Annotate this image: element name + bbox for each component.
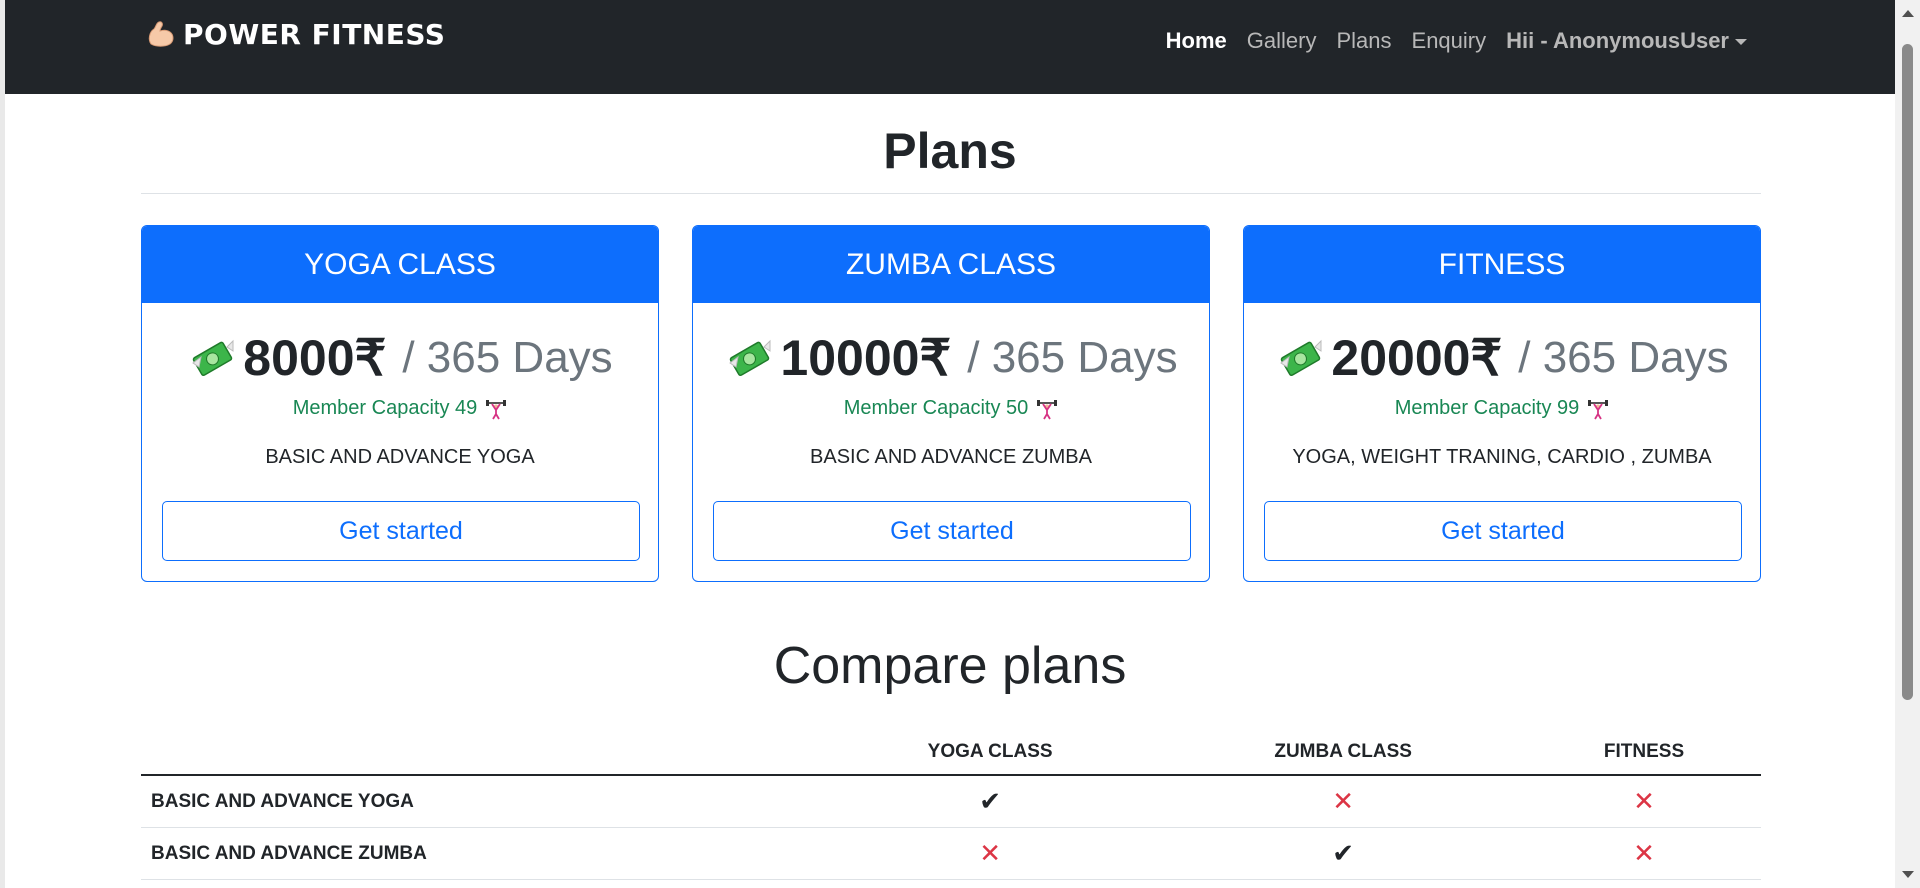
- page-title: Plans: [883, 123, 1017, 179]
- scroll-up-arrow-icon[interactable]: [1902, 10, 1914, 17]
- vertical-scrollbar[interactable]: [1895, 0, 1920, 888]
- plan-cards: YOGA CLASS 8000₹ / 365 Days Member Capac…: [141, 225, 1761, 585]
- plan-card-header: ZUMBA CLASS: [693, 226, 1209, 303]
- brand-link[interactable]: POWER FITNESS: [145, 14, 445, 54]
- get-started-button[interactable]: Get started: [713, 501, 1191, 561]
- divider: [141, 193, 1761, 194]
- money-with-wings-icon: [192, 339, 234, 377]
- plan-period: / 365 Days: [967, 333, 1178, 382]
- plan-price: 10000₹: [780, 330, 952, 386]
- plan-period: / 365 Days: [1518, 333, 1729, 382]
- money-with-wings-icon: [729, 339, 771, 377]
- feature-name: BASIC AND ADVANCE YOGA: [141, 775, 821, 828]
- check-icon: ✔: [979, 786, 1002, 816]
- weightlifter-icon: [1588, 399, 1609, 419]
- plan-description: BASIC AND ADVANCE ZUMBA: [810, 446, 1092, 468]
- money-with-wings-icon: [1280, 339, 1322, 377]
- table-cell: ✔: [821, 775, 1160, 828]
- plan-card-fitness: FITNESS 20000₹ / 365 Days Member Capacit…: [1243, 225, 1761, 582]
- brand-text: POWER FITNESS: [183, 17, 446, 51]
- get-started-button[interactable]: Get started: [162, 501, 640, 561]
- cross-icon: ✕: [1633, 838, 1655, 868]
- plan-card-yoga: YOGA CLASS 8000₹ / 365 Days Member Capac…: [141, 225, 659, 582]
- table-cell: ✕: [1527, 827, 1761, 880]
- member-capacity: Member Capacity 49: [142, 397, 658, 420]
- compare-table: YOGA CLASS ZUMBA CLASS FITNESS BASIC AND…: [141, 730, 1761, 880]
- plan-price: 8000₹: [243, 330, 387, 386]
- table-cell: ✕: [1159, 775, 1528, 828]
- navbar: POWER FITNESS Home Gallery Plans Enquiry…: [5, 0, 1895, 94]
- table-cell: ✕: [821, 827, 1160, 880]
- nav-enquiry[interactable]: Enquiry: [1412, 28, 1487, 54]
- plan-card-header: FITNESS: [1244, 226, 1760, 303]
- weightlifter-icon: [486, 399, 507, 419]
- flexed-biceps-icon: [148, 21, 174, 47]
- get-started-button[interactable]: Get started: [1264, 501, 1742, 561]
- user-menu-label: Hii - AnonymousUser: [1506, 28, 1729, 53]
- capacity-label: Member Capacity 50: [843, 397, 1029, 419]
- table-header-row: YOGA CLASS ZUMBA CLASS FITNESS: [141, 730, 1761, 776]
- plan-card-zumba: ZUMBA CLASS 10000₹ / 365 Days Member Cap…: [692, 225, 1210, 582]
- check-icon: ✔: [1332, 838, 1355, 868]
- capacity-label: Member Capacity 99: [1394, 397, 1580, 419]
- plan-description: BASIC AND ADVANCE YOGA: [265, 446, 535, 468]
- price-row: 8000₹ / 365 Days: [142, 329, 658, 387]
- plan-description: YOGA, WEIGHT TRANING, CARDIO , ZUMBA: [1292, 446, 1712, 468]
- feature-name: BASIC AND ADVANCE ZUMBA: [141, 827, 821, 880]
- weightlifter-icon: [1037, 399, 1058, 419]
- table-cell: ✔: [1159, 827, 1528, 880]
- table-row: BASIC AND ADVANCE YOGA ✔ ✕ ✕: [141, 775, 1761, 828]
- column-header: YOGA CLASS: [821, 730, 1160, 776]
- user-menu-dropdown[interactable]: Hii - AnonymousUser: [1506, 28, 1747, 54]
- capacity-label: Member Capacity 49: [292, 397, 478, 419]
- chevron-down-icon: [1735, 39, 1747, 45]
- plan-period: / 365 Days: [402, 333, 613, 382]
- column-header: FITNESS: [1527, 730, 1761, 776]
- member-capacity: Member Capacity 50: [693, 397, 1209, 420]
- column-header: [141, 730, 821, 776]
- nav-links: Home Gallery Plans Enquiry Hii - Anonymo…: [1166, 28, 1747, 54]
- cross-icon: ✕: [979, 838, 1002, 868]
- column-header: ZUMBA CLASS: [1159, 730, 1528, 776]
- member-capacity: Member Capacity 99: [1244, 397, 1760, 420]
- nav-home[interactable]: Home: [1166, 28, 1227, 54]
- nav-plans[interactable]: Plans: [1336, 28, 1391, 54]
- table-row: BASIC AND ADVANCE ZUMBA ✕ ✔ ✕: [141, 827, 1761, 880]
- scrollbar-thumb[interactable]: [1902, 44, 1913, 700]
- plan-price: 20000₹: [1331, 330, 1503, 386]
- price-row: 10000₹ / 365 Days: [693, 329, 1209, 387]
- scroll-down-arrow-icon[interactable]: [1902, 871, 1914, 878]
- cross-icon: ✕: [1633, 786, 1655, 816]
- page: POWER FITNESS Home Gallery Plans Enquiry…: [5, 0, 1895, 888]
- table-cell: ✕: [1527, 775, 1761, 828]
- price-row: 20000₹ / 365 Days: [1244, 329, 1760, 387]
- plan-card-header: YOGA CLASS: [142, 226, 658, 303]
- cross-icon: ✕: [1332, 786, 1355, 816]
- nav-gallery[interactable]: Gallery: [1247, 28, 1317, 54]
- compare-plans-title: Compare plans: [773, 637, 1127, 695]
